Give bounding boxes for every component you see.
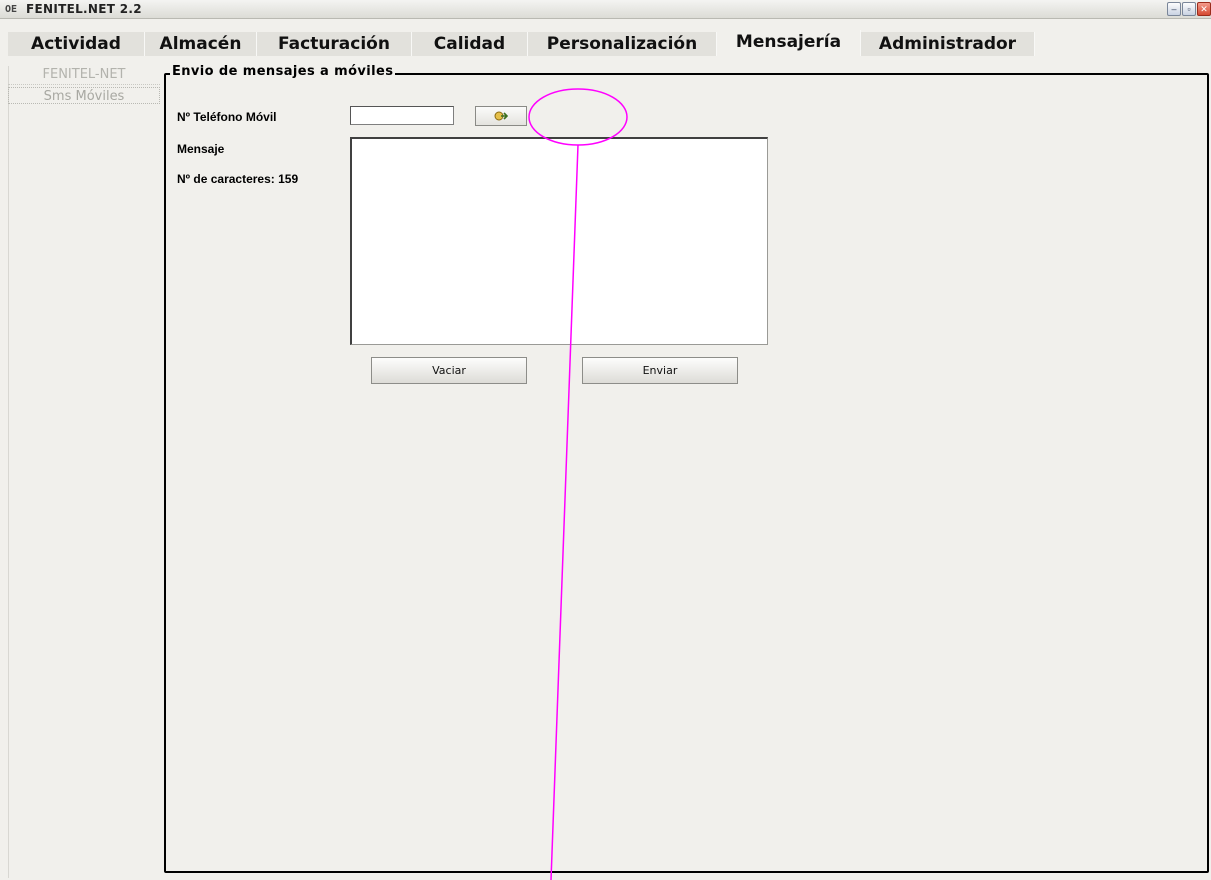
contacts-lookup-icon bbox=[494, 111, 509, 121]
sidebar-divider bbox=[8, 66, 9, 878]
message-label: Mensaje bbox=[177, 142, 225, 156]
send-button[interactable]: Enviar bbox=[582, 357, 738, 384]
phone-input[interactable] bbox=[350, 106, 454, 125]
tab-administrador[interactable]: Administrador bbox=[861, 32, 1035, 56]
window-title: FENITEL.NET 2.2 bbox=[26, 2, 142, 16]
tab-personalizacion[interactable]: Personalización bbox=[528, 32, 717, 56]
close-button[interactable]: ✕ bbox=[1197, 2, 1211, 16]
tab-calidad[interactable]: Calidad bbox=[412, 32, 528, 56]
sidebar-item-sms-moviles[interactable]: Sms Móviles bbox=[8, 87, 160, 104]
tab-actividad[interactable]: Actividad bbox=[8, 32, 145, 56]
char-count-label: Nº de caracteres: 159 bbox=[177, 172, 299, 186]
minimize-button[interactable]: – bbox=[1167, 2, 1181, 16]
main-tab-strip: Actividad Almacén Facturación Calidad Pe… bbox=[0, 30, 1211, 56]
tab-facturacion[interactable]: Facturación bbox=[257, 32, 412, 56]
app-icon: OE bbox=[5, 4, 18, 15]
clear-button[interactable]: Vaciar bbox=[371, 357, 527, 384]
window-title-bar: OE FENITEL.NET 2.2 – ▫ ✕ bbox=[0, 0, 1211, 19]
sidebar-header: FENITEL-NET bbox=[8, 66, 160, 85]
contact-lookup-button[interactable] bbox=[475, 106, 527, 126]
tab-mensajeria[interactable]: Mensajería bbox=[717, 30, 861, 56]
restore-button[interactable]: ▫ bbox=[1182, 2, 1196, 16]
tab-almacen[interactable]: Almacén bbox=[145, 32, 257, 56]
group-title: Envio de mensajes a móviles bbox=[170, 64, 396, 79]
phone-label: Nº Teléfono Móvil bbox=[177, 110, 277, 124]
message-textarea[interactable] bbox=[350, 137, 768, 345]
sidebar: FENITEL-NET Sms Móviles bbox=[8, 66, 160, 104]
